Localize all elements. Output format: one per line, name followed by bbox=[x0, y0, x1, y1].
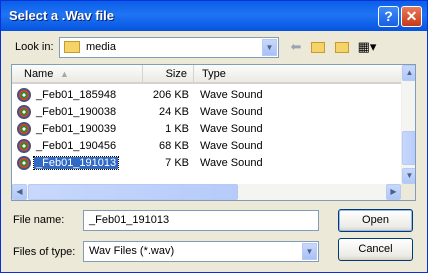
file-row[interactable]: _Feb01_190456 68 KB Wave Sound bbox=[12, 138, 401, 155]
chevron-down-icon[interactable]: ▼ bbox=[262, 39, 277, 56]
file-row[interactable]: _Feb01_190039 1 KB Wave Sound bbox=[12, 121, 401, 138]
look-in-label: Look in: bbox=[15, 41, 54, 53]
open-button[interactable]: Open bbox=[338, 209, 413, 232]
close-button[interactable]: ✕ bbox=[401, 6, 422, 27]
file-name-input[interactable]: _Feb01_191013 bbox=[83, 210, 319, 231]
cancel-button[interactable]: Cancel bbox=[338, 238, 413, 261]
vertical-scrollbar[interactable]: ▲ ▼ bbox=[401, 65, 415, 184]
column-name[interactable]: Name ▲ bbox=[12, 65, 143, 84]
file-type: Wave Sound bbox=[200, 123, 263, 135]
file-type-select[interactable]: Wav Files (*.wav) ▼ bbox=[83, 241, 319, 262]
file-name: _Feb01_190456 bbox=[36, 140, 117, 152]
scroll-right-icon[interactable]: ▶ bbox=[386, 184, 401, 200]
new-folder-icon[interactable] bbox=[332, 37, 352, 57]
file-type-value: Wav Files (*.wav) bbox=[89, 245, 175, 257]
file-name: _Feb01_190039 bbox=[36, 123, 117, 135]
file-type: Wave Sound bbox=[200, 140, 263, 152]
help-icon: ? bbox=[384, 8, 393, 24]
scroll-down-icon[interactable]: ▼ bbox=[402, 168, 415, 184]
look-in-value: media bbox=[86, 41, 116, 53]
wave-file-icon bbox=[17, 139, 31, 153]
wave-file-icon bbox=[17, 105, 31, 119]
views-menu-icon[interactable]: ▦▾ bbox=[355, 37, 379, 57]
horizontal-scrollbar[interactable]: ◀ ▶ bbox=[12, 184, 401, 200]
wave-file-icon bbox=[17, 156, 31, 170]
file-size: 24 KB bbox=[159, 106, 189, 118]
dialog-title: Select a .Wav file bbox=[9, 8, 115, 23]
file-name: _Feb01_191013 bbox=[32, 156, 120, 170]
file-type: Wave Sound bbox=[200, 157, 263, 169]
file-size: 206 KB bbox=[152, 89, 189, 101]
file-size: 7 KB bbox=[165, 157, 189, 169]
file-list[interactable]: Name ▲ Size Type _Feb01_185948 206 KB Wa… bbox=[11, 64, 416, 201]
file-row[interactable]: _Feb01_190038 24 KB Wave Sound bbox=[12, 104, 401, 121]
list-header: Name ▲ Size Type bbox=[12, 65, 401, 84]
file-name: _Feb01_185948 bbox=[36, 89, 117, 101]
file-size: 68 KB bbox=[159, 140, 189, 152]
title-bar: Select a .Wav file ? ✕ bbox=[1, 1, 427, 31]
look-in-combo[interactable]: media ▼ bbox=[59, 37, 279, 58]
up-folder-icon[interactable] bbox=[308, 37, 328, 57]
file-name: _Feb01_190038 bbox=[36, 106, 117, 118]
folder-icon bbox=[64, 41, 80, 53]
scroll-left-icon[interactable]: ◀ bbox=[12, 184, 27, 200]
close-icon: ✕ bbox=[405, 8, 418, 24]
back-arrow-icon[interactable]: ⬅ bbox=[286, 37, 306, 57]
scroll-corner bbox=[401, 184, 415, 200]
file-type-label: Files of type: bbox=[13, 246, 76, 258]
file-type: Wave Sound bbox=[200, 106, 263, 118]
wave-file-icon bbox=[17, 88, 31, 102]
scroll-up-icon[interactable]: ▲ bbox=[402, 65, 415, 81]
vertical-scroll-thumb[interactable] bbox=[402, 131, 415, 165]
sort-ascending-icon: ▲ bbox=[60, 69, 69, 79]
wave-file-icon bbox=[17, 122, 31, 136]
file-type: Wave Sound bbox=[200, 89, 263, 101]
chevron-down-icon[interactable]: ▼ bbox=[302, 243, 317, 260]
column-type[interactable]: Type bbox=[194, 65, 401, 84]
file-dialog: Select a .Wav file ? ✕ Look in: media ▼ … bbox=[0, 0, 428, 273]
column-size[interactable]: Size bbox=[143, 65, 194, 84]
horizontal-scroll-thumb[interactable] bbox=[28, 184, 238, 200]
file-name-label: File name: bbox=[13, 214, 65, 226]
file-row-selected[interactable]: _Feb01_191013 7 KB Wave Sound bbox=[12, 155, 401, 172]
help-button[interactable]: ? bbox=[378, 6, 399, 27]
file-size: 1 KB bbox=[165, 123, 189, 135]
file-row[interactable]: _Feb01_185948 206 KB Wave Sound bbox=[12, 87, 401, 104]
